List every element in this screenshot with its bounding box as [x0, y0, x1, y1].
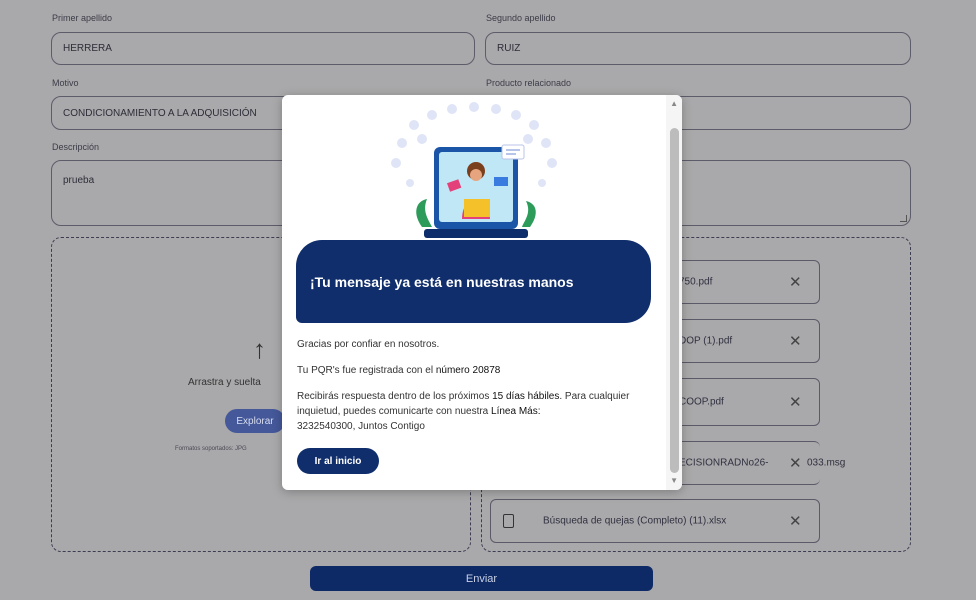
file-name: DOP (1).pdf [679, 335, 733, 347]
scroll-up-icon[interactable]: ▲ [670, 99, 678, 108]
file-name: Búsqueda de quejas (Completo) (11).xlsx [543, 515, 727, 527]
close-icon[interactable]: ✕ [789, 512, 802, 530]
close-icon[interactable]: ✕ [789, 273, 802, 291]
go-home-button[interactable]: Ir al inicio [297, 448, 379, 474]
upload-arrow-icon: ↑ [253, 334, 266, 364]
scroll-down-icon[interactable]: ▼ [670, 476, 678, 485]
resize-handle[interactable] [900, 215, 907, 222]
response-line: Línea Más: [491, 406, 541, 417]
document-icon [503, 514, 514, 528]
file-item: Búsqueda de quejas (Completo) (11).xlsx … [490, 499, 820, 543]
second-surname-value: RUIZ [497, 43, 521, 54]
scroll-thumb[interactable] [670, 128, 679, 473]
second-surname-field[interactable]: RUIZ [485, 32, 911, 65]
first-surname-label: Primer apellido [52, 13, 113, 23]
page-backdrop: Primer apellido HERRERA Segundo apellido… [0, 0, 976, 600]
confirmation-modal: ▲ ▼ ¡Tu mensaje ya está en nuestras mano… [282, 95, 682, 490]
description-label: Descripción [52, 142, 100, 152]
registration-number: número 20878 [435, 365, 501, 376]
description-value: prueba [63, 175, 95, 186]
reason-label: Motivo [52, 78, 79, 88]
file-name: 750.pdf [679, 276, 713, 288]
registration-prefix: Tu PQR's fue registrada con el [297, 365, 436, 376]
reason-value: CONDICIONAMIENTO A LA ADQUISICIÓN [63, 107, 257, 119]
first-surname-field[interactable]: HERRERA [51, 32, 475, 65]
close-icon[interactable]: ✕ [789, 393, 802, 411]
first-surname-value: HERRERA [63, 43, 112, 54]
file-name: ECISIONRADNo26- [679, 457, 769, 469]
registration-text: Tu PQR's fue registrada con el número 20… [297, 363, 500, 378]
close-icon[interactable]: ✕ [789, 454, 802, 472]
modal-scrollbar[interactable]: ▲ ▼ [666, 95, 682, 490]
response-text-1: Recibirás respuesta dentro de los próxim… [297, 391, 493, 402]
upload-drag-text: Arrastra y suelta [188, 377, 261, 388]
customer-service-illustration [391, 102, 557, 238]
second-surname-label: Segundo apellido [486, 13, 556, 23]
modal-title: ¡Tu mensaje ya está en nuestras manos [310, 273, 574, 290]
file-name: COOP.pdf [679, 396, 724, 408]
submit-button[interactable]: Enviar [310, 566, 653, 591]
product-label: Producto relacionado [486, 78, 572, 88]
file-name-extension: 033.msg [807, 457, 846, 469]
modal-title-banner: ¡Tu mensaje ya está en nuestras manos [296, 240, 651, 323]
response-phone: 3232540300, Juntos Contigo [297, 421, 425, 432]
thanks-text: Gracias por confiar en nosotros. [297, 339, 440, 350]
close-icon[interactable]: ✕ [789, 332, 802, 350]
explore-button[interactable]: Explorar [225, 409, 285, 433]
upload-formats-text: Formatos soportados: JPG [175, 446, 247, 452]
response-days: 15 días hábiles [492, 391, 560, 402]
response-text: Recibirás respuesta dentro de los próxim… [297, 389, 652, 434]
